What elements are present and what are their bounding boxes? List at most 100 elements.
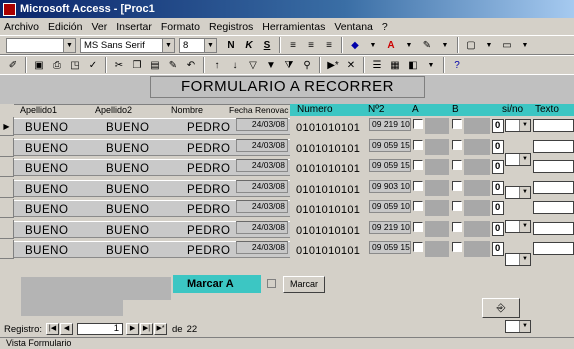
texto-field[interactable] (533, 119, 574, 132)
menu-registros[interactable]: Registros (209, 21, 253, 33)
numero-field[interactable]: 0101010101 (296, 245, 360, 257)
apply-filter-icon[interactable]: ⧩ (281, 57, 297, 73)
b-checkbox[interactable] (452, 181, 462, 191)
properties-icon[interactable]: ☰ (369, 57, 385, 73)
menu-ventana[interactable]: Ventana (334, 21, 373, 33)
align-center-icon[interactable]: ≡ (303, 37, 319, 53)
marcar-checkbox[interactable] (267, 279, 276, 288)
a-checkbox[interactable] (413, 201, 423, 211)
font-size-combo[interactable]: 8 ▼ (179, 37, 217, 53)
fecha-field[interactable]: 24/03/08 (236, 139, 288, 152)
texto-field[interactable] (533, 181, 574, 194)
a-checkbox[interactable] (413, 119, 423, 129)
print-preview-icon[interactable]: ◳ (67, 57, 83, 73)
num-field[interactable]: 0 (492, 160, 504, 174)
apellido2-field[interactable]: BUENO (106, 122, 149, 134)
record-selector[interactable] (0, 138, 14, 157)
nombre-field[interactable]: PEDRO (187, 204, 230, 216)
sino-combo[interactable]: ▼ (505, 220, 531, 233)
nombre-field[interactable]: PEDRO (187, 184, 230, 196)
apellido2-field[interactable]: BUENO (106, 204, 149, 216)
nombre-field[interactable]: PEDRO (187, 143, 230, 155)
chevron-down-icon[interactable]: ▼ (365, 37, 381, 53)
nombre-field[interactable]: PEDRO (187, 245, 230, 257)
menu-archivo[interactable]: Archivo (4, 21, 39, 33)
new-object-icon[interactable]: ◧ (405, 57, 421, 73)
menu-insertar[interactable]: Insertar (116, 21, 152, 33)
next-record-button[interactable]: ▶ (126, 323, 140, 335)
last-record-button[interactable]: ▶| (140, 323, 154, 335)
sino-combo[interactable]: ▼ (505, 253, 531, 266)
fecha-field[interactable]: 24/03/08 (236, 118, 288, 131)
line-color-icon[interactable]: ✎ (419, 37, 435, 53)
apellido1-field[interactable]: BUENO (25, 143, 68, 155)
first-record-button[interactable]: |◀ (46, 323, 60, 335)
marcar-button[interactable]: Marcar (283, 276, 325, 293)
n2-field[interactable]: 09 903 10 (369, 180, 411, 193)
nombre-field[interactable]: PEDRO (187, 225, 230, 237)
a-checkbox[interactable] (413, 222, 423, 232)
chevron-down-icon[interactable]: ▼ (481, 37, 497, 53)
numero-field[interactable]: 0101010101 (296, 143, 360, 155)
cut-icon[interactable]: ✂ (111, 57, 127, 73)
italic-button[interactable]: K (241, 37, 257, 53)
print-icon[interactable]: ⎙ (49, 57, 65, 73)
apellido2-field[interactable]: BUENO (106, 225, 149, 237)
chevron-down-icon[interactable]: ▼ (401, 37, 417, 53)
fecha-field[interactable]: 24/03/08 (236, 221, 288, 234)
record-selector[interactable] (0, 158, 14, 177)
copy-icon[interactable]: ❐ (129, 57, 145, 73)
underline-button[interactable]: S (259, 37, 275, 53)
record-selector[interactable] (0, 199, 14, 218)
menu-edicion[interactable]: Edición (48, 21, 82, 33)
bold-button[interactable]: N (223, 37, 239, 53)
apellido2-field[interactable]: BUENO (106, 184, 149, 196)
numero-field[interactable]: 0101010101 (296, 225, 360, 237)
n2-field[interactable]: 09 059 10 (369, 200, 411, 213)
paste-icon[interactable]: ▤ (147, 57, 163, 73)
num-field[interactable]: 0 (492, 181, 504, 195)
record-selector[interactable] (0, 220, 14, 239)
database-window-icon[interactable]: ▦ (387, 57, 403, 73)
apellido1-field[interactable]: BUENO (25, 204, 68, 216)
numero-field[interactable]: 0101010101 (296, 163, 360, 175)
numero-field[interactable]: 0101010101 (296, 122, 360, 134)
align-right-icon[interactable]: ≡ (321, 37, 337, 53)
a-checkbox[interactable] (413, 242, 423, 252)
current-record-field[interactable]: 1 (77, 323, 124, 335)
filter-form-icon[interactable]: ▼ (263, 57, 279, 73)
fecha-field[interactable]: 24/03/08 (236, 200, 288, 213)
b-checkbox[interactable] (452, 140, 462, 150)
b-checkbox[interactable] (452, 242, 462, 252)
font-combo[interactable]: MS Sans Serif ▼ (80, 37, 175, 53)
previous-record-button[interactable]: ◀ (60, 323, 74, 335)
nombre-field[interactable]: PEDRO (187, 122, 230, 134)
n2-field[interactable]: 09 059 15 (369, 139, 411, 152)
border-icon[interactable]: ▢ (463, 37, 479, 53)
apellido1-field[interactable]: BUENO (25, 163, 68, 175)
spelling-icon[interactable]: ✓ (85, 57, 101, 73)
help-icon[interactable]: ? (449, 57, 465, 73)
num-field[interactable]: 0 (492, 119, 504, 133)
b-checkbox[interactable] (452, 201, 462, 211)
a-checkbox[interactable] (413, 140, 423, 150)
num-field[interactable]: 0 (492, 222, 504, 236)
menu-ver[interactable]: Ver (91, 21, 107, 33)
chevron-down-icon[interactable]: ▼ (517, 37, 533, 53)
menu-help[interactable]: ? (382, 21, 388, 33)
b-checkbox[interactable] (452, 160, 462, 170)
undo-icon[interactable]: ↶ (183, 57, 199, 73)
view-icon[interactable]: ✐ (5, 57, 21, 73)
new-record-button[interactable]: ▶* (154, 323, 168, 335)
texto-field[interactable] (533, 242, 574, 255)
sort-desc-icon[interactable]: ↓ (227, 57, 243, 73)
num-field[interactable]: 0 (492, 140, 504, 154)
sino-combo[interactable]: ▼ (505, 186, 531, 199)
record-selector[interactable] (0, 179, 14, 198)
fecha-field[interactable]: 24/03/08 (236, 241, 288, 254)
b-checkbox[interactable] (452, 222, 462, 232)
texto-field[interactable] (533, 140, 574, 153)
apellido1-field[interactable]: BUENO (25, 122, 68, 134)
texto-field[interactable] (533, 222, 574, 235)
format-painter-icon[interactable]: ✎ (165, 57, 181, 73)
